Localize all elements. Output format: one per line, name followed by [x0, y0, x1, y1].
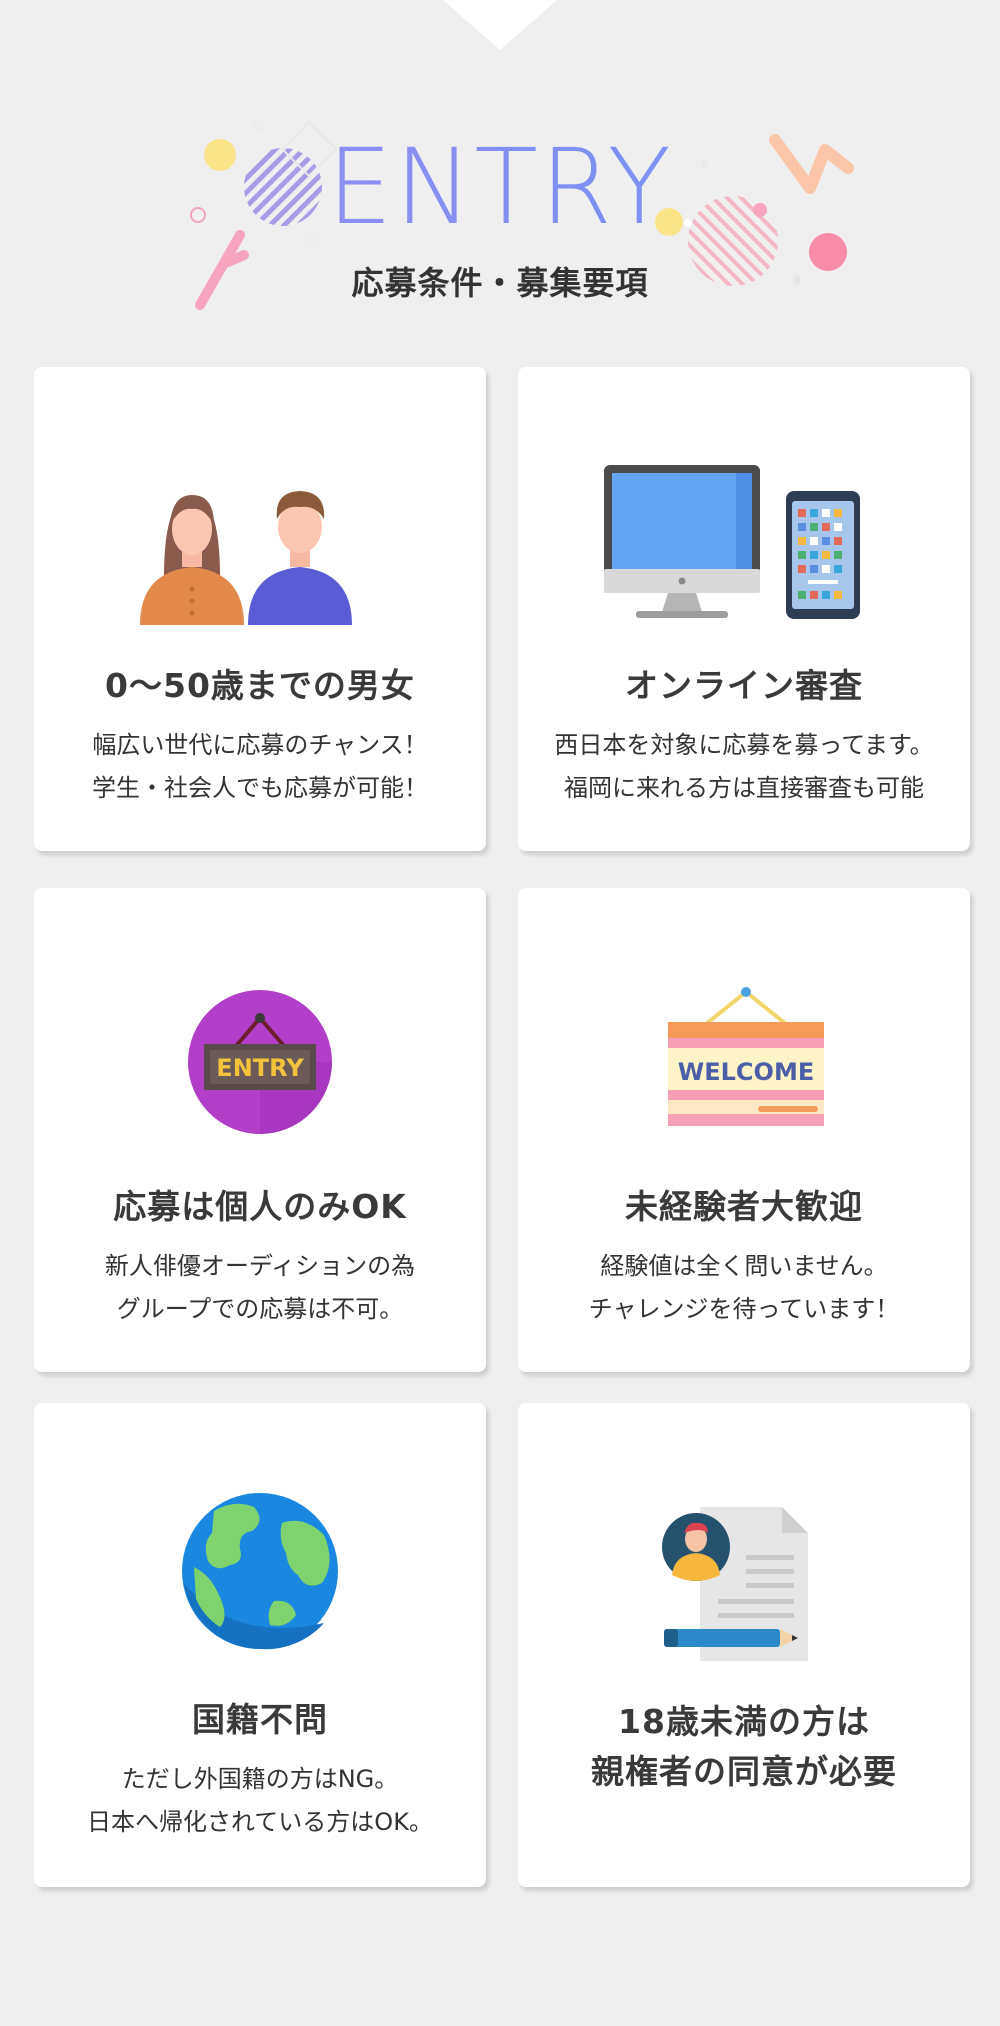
- card-title: オンライン審査: [625, 666, 863, 705]
- card-individual: ENTRY 応募は個人のみOK 新人俳優オーディションの為 グループでの応募は不…: [34, 888, 486, 1372]
- card-text-line: ただし外国籍の方はNG。: [121, 1765, 399, 1793]
- card-text-line: 西日本を対象に応募を募ってます。: [554, 731, 934, 759]
- card-text-line: 福岡に来れる方は直接審査も可能: [564, 774, 924, 802]
- card-title: 国籍不問: [192, 1700, 328, 1739]
- welcome-sign-label: WELCOME: [678, 1058, 814, 1086]
- card-nationality: 国籍不問 ただし外国籍の方はNG。 日本へ帰化されている方はOK。: [34, 1403, 486, 1887]
- globe-icon: [34, 1403, 486, 1703]
- card-title: 親権者の同意が必要: [591, 1752, 897, 1791]
- card-text-line: 学生・社会人でも応募が可能！: [92, 774, 428, 802]
- card-text-line: チャレンジを待っています！: [588, 1295, 900, 1323]
- entry-heading: ENTRY: [0, 132, 1000, 242]
- card-text-line: 経験値は全く問いません。: [600, 1252, 888, 1280]
- consent-document-icon: [518, 1403, 970, 1703]
- card-title: 0〜50歳までの男女: [105, 666, 415, 705]
- card-minors: 18歳未満の方は 親権者の同意が必要: [518, 1403, 970, 1887]
- couple-icon: [34, 367, 486, 667]
- card-online: オンライン審査 西日本を対象に応募を募ってます。 福岡に来れる方は直接審査も可能: [518, 367, 970, 851]
- card-text-line: 新人俳優オーディションの為: [104, 1252, 416, 1280]
- entry-sign-label: ENTRY: [216, 1054, 304, 1082]
- section-header: ENTRY 応募条件・募集要項: [0, 110, 1000, 320]
- entry-sign-icon: ENTRY: [34, 888, 486, 1188]
- entry-subheading: 応募条件・募集要項: [351, 264, 649, 302]
- card-title: 未経験者大歓迎: [625, 1187, 863, 1226]
- card-title: 18歳未満の方は: [618, 1702, 870, 1741]
- card-title: 応募は個人のみOK: [113, 1187, 407, 1226]
- top-notch-decoration: [443, 0, 557, 50]
- card-text-line: 幅広い世代に応募のチャンス！: [92, 731, 428, 759]
- devices-icon: [518, 367, 970, 667]
- welcome-sign-icon: WELCOME: [518, 888, 970, 1188]
- card-text-line: 日本へ帰化されている方はOK。: [87, 1808, 433, 1836]
- card-beginners: WELCOME 未経験者大歓迎 経験値は全く問いません。 チャレンジを待っていま…: [518, 888, 970, 1372]
- card-age: 0〜50歳までの男女 幅広い世代に応募のチャンス！ 学生・社会人でも応募が可能！: [34, 367, 486, 851]
- card-text-line: グループでの応募は不可。: [116, 1295, 404, 1323]
